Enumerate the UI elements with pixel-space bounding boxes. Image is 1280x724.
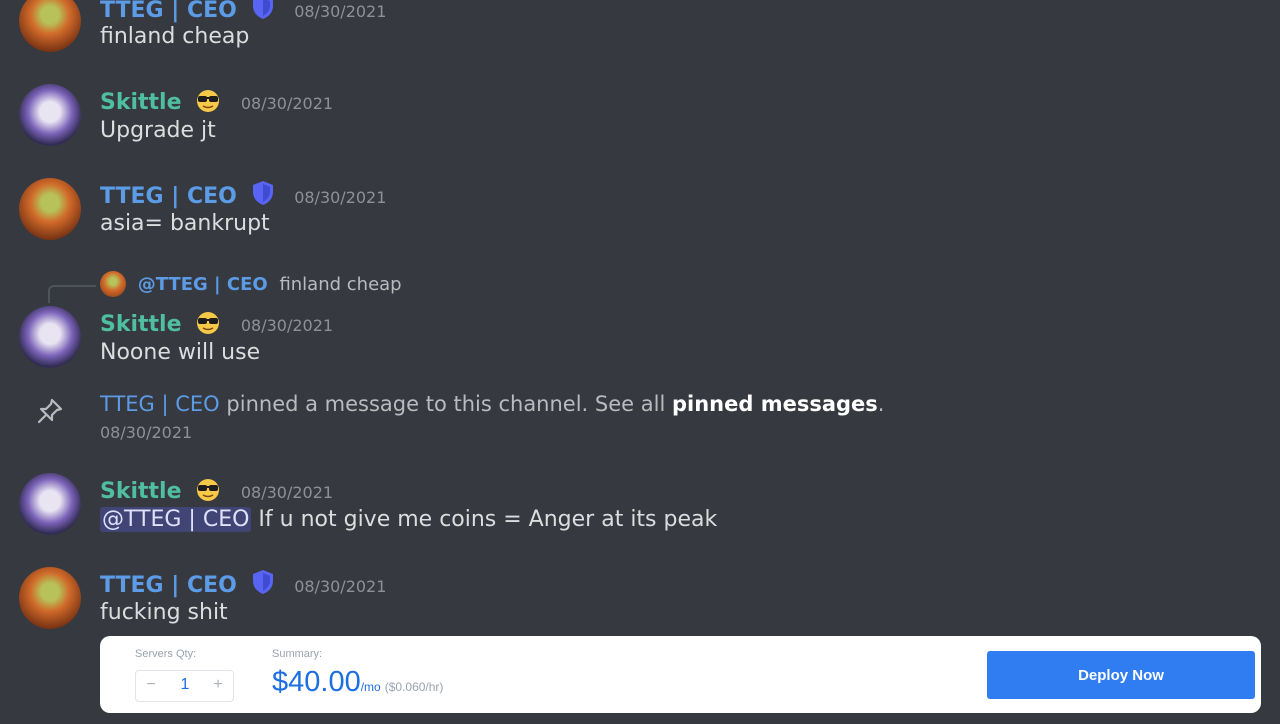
message-author[interactable]: TTEG | CEO 08/30/2021 [100, 569, 386, 598]
avatar[interactable] [19, 0, 81, 52]
price-period: /mo [360, 680, 381, 694]
quantity-value[interactable]: 1 [166, 676, 204, 694]
message-author[interactable]: Skittle 08/30/2021 [100, 476, 333, 504]
reply-text[interactable]: finland cheap [279, 274, 401, 295]
price-value: $40.00 [272, 666, 361, 698]
sunglasses-emoji-icon [197, 90, 220, 112]
reply-avatar [100, 271, 126, 297]
shield-badge-icon [252, 181, 273, 205]
reply-connector [48, 285, 96, 303]
reply-author[interactable]: @TTEG | CEO [138, 274, 268, 295]
author-name[interactable]: Skittle [100, 90, 182, 115]
servers-qty-label: Servers Qty: [135, 648, 197, 660]
timestamp: 08/30/2021 [240, 316, 334, 335]
hourly-price: ($0.060/hr) [384, 680, 444, 694]
pin-icon [37, 398, 63, 424]
message-content: Noone will use [100, 340, 261, 365]
timestamp: 08/30/2021 [294, 188, 387, 207]
avatar[interactable] [19, 473, 81, 535]
sunglasses-emoji-icon [197, 312, 220, 334]
deploy-bar: Servers Qty: − 1 + Summary: $40.00/mo ($0… [100, 636, 1261, 713]
message-author[interactable]: Skittle 08/30/2021 [100, 87, 333, 115]
author-name[interactable]: TTEG | CEO [100, 184, 237, 209]
avatar[interactable] [19, 84, 81, 146]
author-name[interactable]: Skittle [100, 312, 182, 337]
avatar[interactable] [19, 178, 81, 240]
pinned-messages-link[interactable]: pinned messages [672, 392, 878, 416]
message-content: fucking shit [100, 600, 228, 625]
quantity-stepper[interactable]: − 1 + [135, 670, 234, 702]
system-text-end: . [877, 392, 885, 416]
timestamp: 08/30/2021 [240, 94, 334, 113]
decrement-button[interactable]: − [141, 676, 161, 694]
avatar[interactable] [19, 306, 81, 368]
timestamp: 08/30/2021 [240, 483, 334, 502]
shield-badge-icon [252, 0, 273, 19]
reply-preview[interactable]: @TTEG | CEO finland cheap [100, 271, 402, 299]
price-summary: $40.00/mo ($0.060/hr) [272, 666, 443, 699]
message-content: asia= bankrupt [100, 211, 270, 236]
message-author[interactable]: TTEG | CEO 08/30/2021 [100, 0, 386, 23]
timestamp: 08/30/2021 [294, 577, 387, 596]
author-name[interactable]: Skittle [100, 479, 182, 504]
system-text: pinned a message to this channel. See al… [226, 392, 666, 416]
author-name[interactable]: TTEG | CEO [100, 0, 237, 23]
system-author[interactable]: TTEG | CEO [100, 392, 220, 416]
message-author[interactable]: Skittle 08/30/2021 [100, 309, 333, 337]
user-mention[interactable]: @TTEG | CEO [100, 507, 252, 532]
shield-badge-icon [252, 570, 273, 594]
message-content: finland cheap [100, 24, 250, 49]
summary-label: Summary: [272, 648, 323, 660]
message-author[interactable]: TTEG | CEO 08/30/2021 [100, 180, 386, 209]
avatar[interactable] [19, 567, 81, 629]
message-content: Upgrade jt [100, 118, 216, 143]
sunglasses-emoji-icon [197, 479, 220, 501]
timestamp: 08/30/2021 [100, 423, 193, 442]
message-text: If u not give me coins = Anger at its pe… [258, 507, 718, 532]
message-content: @TTEG | CEO If u not give me coins = Ang… [100, 507, 717, 532]
timestamp: 08/30/2021 [294, 2, 387, 21]
system-message-text: TTEG | CEO pinned a message to this chan… [100, 392, 884, 416]
deploy-now-button[interactable]: Deploy Now [987, 651, 1255, 699]
increment-button[interactable]: + [208, 676, 228, 694]
author-name[interactable]: TTEG | CEO [100, 573, 237, 598]
